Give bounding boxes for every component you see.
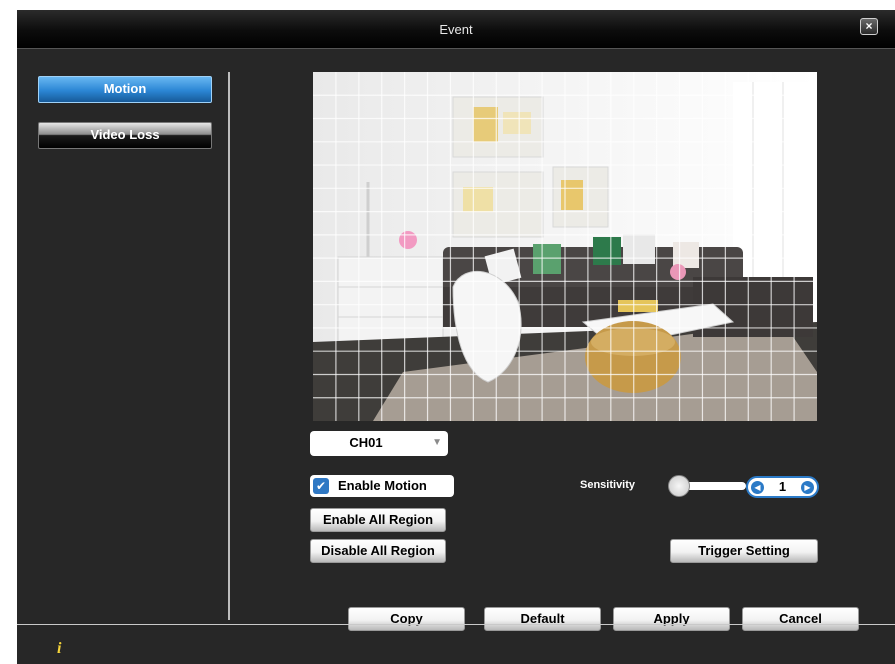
close-icon[interactable]: × [860, 18, 878, 35]
enable-motion-checkbox[interactable]: ✔ Enable Motion [310, 475, 454, 497]
event-window: Event × Motion Video Loss CH01 ▼ ✔ Enabl… [17, 10, 895, 664]
check-icon: ✔ [313, 478, 329, 494]
camera-preview[interactable] [313, 72, 817, 421]
chevron-down-icon: ▼ [432, 437, 442, 448]
trigger-setting-button[interactable]: Trigger Setting [670, 539, 818, 563]
channel-select[interactable]: CH01 ▼ [310, 431, 448, 456]
motion-grid-overlay[interactable] [313, 72, 817, 421]
footer-divider [17, 624, 895, 625]
copy-button[interactable]: Copy [348, 607, 465, 631]
enable-all-region-button[interactable]: Enable All Region [310, 508, 446, 532]
increment-arrow-icon[interactable]: ▶ [801, 481, 814, 494]
cancel-button[interactable]: Cancel [742, 607, 859, 631]
default-button[interactable]: Default [484, 607, 601, 631]
info-icon: i [57, 640, 62, 657]
sensitivity-label: Sensitivity [580, 479, 636, 491]
sensitivity-slider-handle[interactable] [668, 475, 690, 497]
sensitivity-stepper[interactable]: ◀ 1 ▶ [746, 476, 819, 498]
channel-select-value: CH01 [349, 435, 383, 450]
disable-all-region-button[interactable]: Disable All Region [310, 539, 446, 563]
sidebar-item-video-loss[interactable]: Video Loss [38, 122, 212, 149]
window-title: Event [439, 22, 473, 37]
vertical-divider [228, 72, 230, 620]
apply-button[interactable]: Apply [613, 607, 730, 631]
sidebar-item-motion[interactable]: Motion [38, 76, 212, 103]
title-bar: Event × [17, 10, 895, 49]
enable-motion-label: Enable Motion [338, 478, 427, 493]
